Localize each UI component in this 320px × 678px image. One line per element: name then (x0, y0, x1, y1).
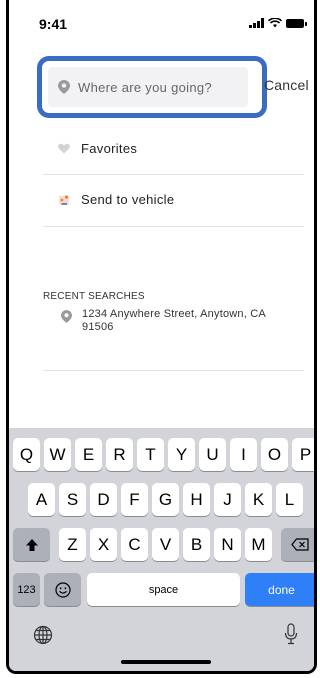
send-to-vehicle-label: Send to vehicle (81, 192, 175, 207)
key-t[interactable]: T (137, 438, 164, 471)
phone-frame: 9:41 Cancel (6, 0, 317, 674)
favorites-item[interactable]: Favorites (57, 141, 137, 156)
keyboard: Q W E R T Y U I O P A S D F G H J K L Z … (9, 428, 314, 671)
key-k[interactable]: K (245, 483, 272, 516)
key-z[interactable]: Z (59, 528, 86, 561)
status-icons (249, 18, 307, 28)
key-h[interactable]: H (183, 483, 210, 516)
key-m[interactable]: M (245, 528, 272, 561)
heart-icon (57, 142, 71, 156)
key-l[interactable]: L (276, 483, 303, 516)
key-x[interactable]: X (90, 528, 117, 561)
key-f[interactable]: F (121, 483, 148, 516)
key-r[interactable]: R (106, 438, 133, 471)
key-a[interactable]: A (28, 483, 55, 516)
key-n[interactable]: N (214, 528, 241, 561)
status-bar: 9:41 (9, 0, 314, 46)
divider (43, 226, 304, 227)
backspace-key[interactable] (281, 528, 314, 561)
space-key[interactable]: space (87, 573, 240, 606)
key-s[interactable]: S (59, 483, 86, 516)
location-pin-icon (61, 310, 72, 323)
key-y[interactable]: Y (168, 438, 195, 471)
globe-icon[interactable] (33, 625, 53, 645)
shift-key[interactable] (13, 528, 50, 561)
microphone-icon[interactable] (284, 623, 298, 645)
location-pin-icon (58, 80, 70, 94)
emoji-icon (54, 581, 71, 598)
key-q[interactable]: Q (13, 438, 40, 471)
send-to-vehicle-icon (57, 193, 71, 207)
key-p[interactable]: P (292, 438, 314, 471)
search-field[interactable] (48, 67, 248, 107)
backspace-icon (290, 538, 309, 551)
recent-search-address: 1234 Anywhere Street, Anytown, CA 91506 (82, 308, 266, 333)
cancel-button[interactable]: Cancel (264, 77, 309, 93)
key-g[interactable]: G (152, 483, 179, 516)
shift-icon (25, 538, 38, 551)
wifi-icon (268, 18, 282, 28)
signal-icon (249, 18, 264, 28)
recent-searches-heading: RECENT SEARCHES (43, 291, 145, 302)
numbers-key[interactable]: 123 (13, 573, 40, 606)
send-to-vehicle-item[interactable]: Send to vehicle (57, 192, 174, 207)
search-input[interactable] (78, 79, 238, 95)
key-j[interactable]: J (214, 483, 241, 516)
key-b[interactable]: B (183, 528, 210, 561)
status-time: 9:41 (39, 16, 68, 32)
key-c[interactable]: C (121, 528, 148, 561)
key-v[interactable]: V (152, 528, 179, 561)
key-d[interactable]: D (90, 483, 117, 516)
search-box[interactable] (37, 56, 267, 118)
search-row: Cancel (9, 56, 314, 122)
battery-icon (286, 18, 307, 28)
recent-search-item[interactable]: 1234 Anywhere Street, Anytown, CA 91506 (61, 308, 292, 334)
key-i[interactable]: I (230, 438, 257, 471)
divider (43, 370, 304, 371)
divider (43, 174, 304, 175)
key-w[interactable]: W (44, 438, 71, 471)
emoji-key[interactable] (44, 573, 81, 606)
key-e[interactable]: E (75, 438, 102, 471)
key-u[interactable]: U (199, 438, 226, 471)
home-indicator[interactable] (121, 660, 211, 664)
key-o[interactable]: O (261, 438, 288, 471)
done-key[interactable]: done (245, 573, 314, 606)
favorites-label: Favorites (81, 141, 138, 156)
